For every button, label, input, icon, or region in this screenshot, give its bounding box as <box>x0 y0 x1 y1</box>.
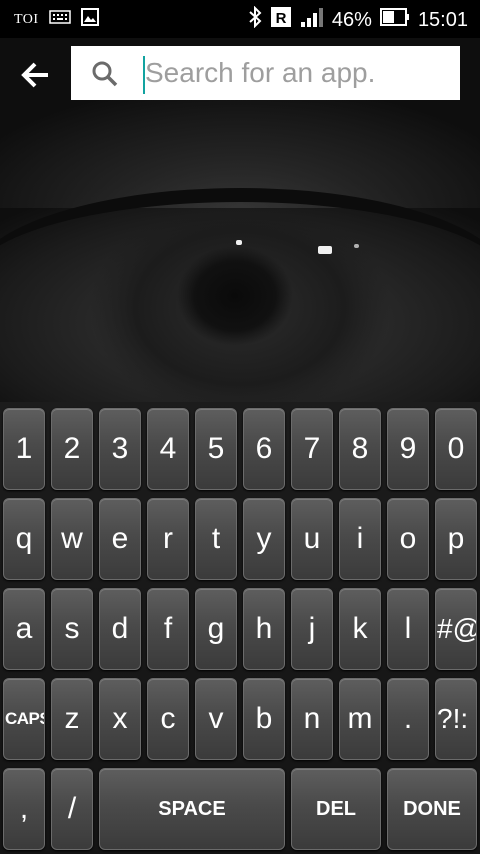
screen: TOI R 46% 15:01 Search for an app. 1 2 3… <box>0 0 480 854</box>
carrier-label: TOI <box>14 11 39 27</box>
app-search-bar <box>0 38 480 108</box>
status-bar: TOI R 46% 15:01 <box>0 0 480 38</box>
key-b[interactable]: b <box>243 678 285 760</box>
key-n[interactable]: n <box>291 678 333 760</box>
status-bar-notifications: TOI <box>14 8 99 31</box>
battery-icon <box>379 8 410 32</box>
key-5[interactable]: 5 <box>195 408 237 490</box>
key-z[interactable]: z <box>51 678 93 760</box>
key-k[interactable]: k <box>339 588 381 670</box>
roaming-label: R <box>275 10 286 27</box>
bluetooth-icon <box>248 5 262 34</box>
status-bar-system: R 46% 15:01 <box>248 5 468 34</box>
space-key[interactable]: SPACE <box>99 768 285 850</box>
key-0[interactable]: 0 <box>435 408 477 490</box>
symbols-key[interactable]: #@ <box>435 588 477 670</box>
key-d[interactable]: d <box>99 588 141 670</box>
wallpaper-eye-glint <box>318 246 332 254</box>
key-l[interactable]: l <box>387 588 429 670</box>
key-m[interactable]: m <box>339 678 381 760</box>
key-e[interactable]: e <box>99 498 141 580</box>
done-key[interactable]: DONE <box>387 768 477 850</box>
wallpaper-eye-glint <box>354 244 359 248</box>
key-r[interactable]: r <box>147 498 189 580</box>
key-j[interactable]: j <box>291 588 333 670</box>
delete-key[interactable]: DEL <box>291 768 381 850</box>
key-9[interactable]: 9 <box>387 408 429 490</box>
key-s[interactable]: s <box>51 588 93 670</box>
key-6[interactable]: 6 <box>243 408 285 490</box>
key-v[interactable]: v <box>195 678 237 760</box>
key-w[interactable]: w <box>51 498 93 580</box>
key-7[interactable]: 7 <box>291 408 333 490</box>
on-screen-keyboard: 1234567890 qwertyuiop asdfghjkl#@ CAPSzxcvb… <box>0 402 480 854</box>
comma-key[interactable]: , <box>3 768 45 850</box>
search-input[interactable] <box>143 52 445 94</box>
key-o[interactable]: o <box>387 498 429 580</box>
key-x[interactable]: x <box>99 678 141 760</box>
key-y[interactable]: y <box>243 498 285 580</box>
key-f[interactable]: f <box>147 588 189 670</box>
key-h[interactable]: h <box>243 588 285 670</box>
key-c[interactable]: c <box>147 678 189 760</box>
caps-key[interactable]: CAPS <box>3 678 45 760</box>
key-i[interactable]: i <box>339 498 381 580</box>
key-4[interactable]: 4 <box>147 408 189 490</box>
key-u[interactable]: u <box>291 498 333 580</box>
punctuation-key[interactable]: ?!: <box>435 678 477 760</box>
key-t[interactable]: t <box>195 498 237 580</box>
image-icon <box>80 8 99 31</box>
back-arrow-icon <box>21 62 48 88</box>
search-box[interactable] <box>71 46 460 100</box>
key-8[interactable]: 8 <box>339 408 381 490</box>
signal-icon <box>300 7 324 33</box>
key-g[interactable]: g <box>195 588 237 670</box>
search-icon <box>91 60 119 93</box>
key-a[interactable]: a <box>3 588 45 670</box>
roaming-icon: R <box>270 6 292 34</box>
key-q[interactable]: q <box>3 498 45 580</box>
key-1[interactable]: 1 <box>3 408 45 490</box>
key-3[interactable]: 3 <box>99 408 141 490</box>
keyboard-icon <box>48 10 71 29</box>
key-p[interactable]: p <box>435 498 477 580</box>
clock: 15:01 <box>417 8 468 31</box>
wallpaper-eye-glint <box>236 240 242 245</box>
slash-key[interactable]: / <box>51 768 93 850</box>
text-caret <box>143 56 145 94</box>
key-2[interactable]: 2 <box>51 408 93 490</box>
back-button[interactable] <box>12 52 58 98</box>
period-key[interactable]: . <box>387 678 429 760</box>
battery-percent: 46% <box>331 8 372 31</box>
